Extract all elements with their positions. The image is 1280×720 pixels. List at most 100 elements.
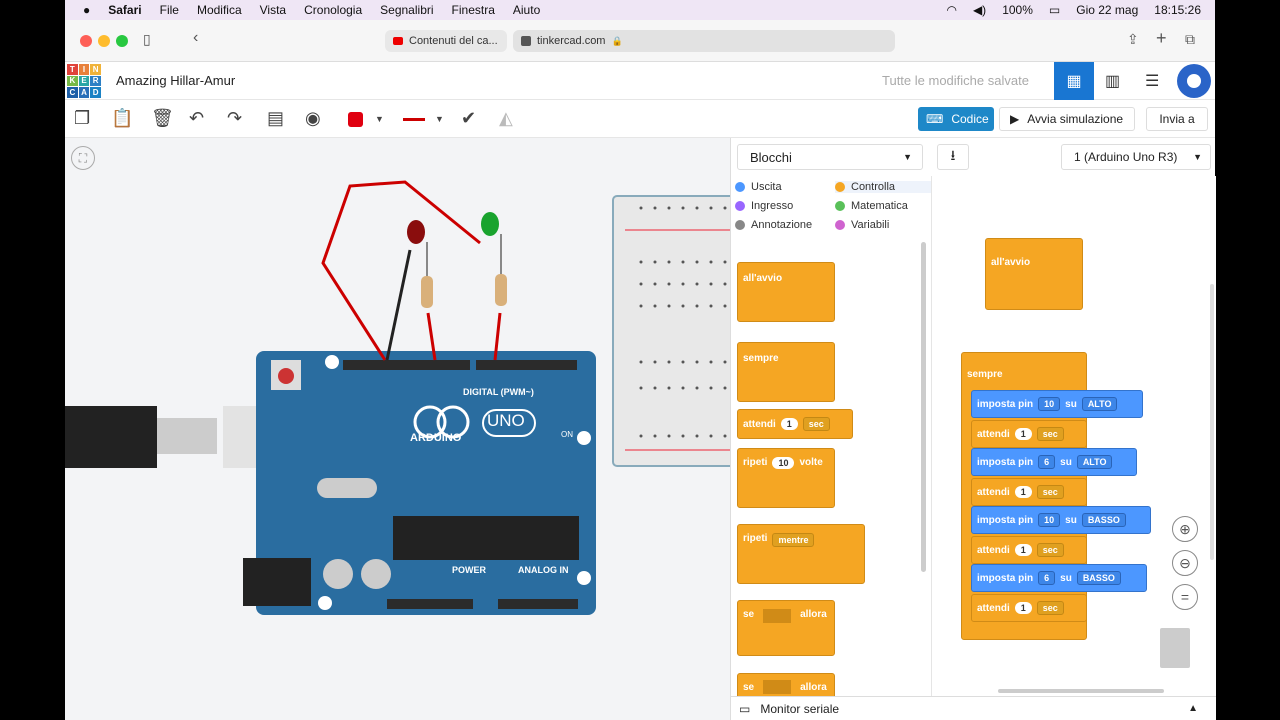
ws-set-pin[interactable]: imposta pin 6 su ALTO <box>971 448 1137 476</box>
ws-set-pin[interactable]: imposta pin 6 su BASSO <box>971 564 1147 592</box>
while-dropdown[interactable]: mentre <box>772 533 815 547</box>
pin-dropdown[interactable]: 10 <box>1038 397 1061 411</box>
rotate-wire-icon[interactable]: ✔ <box>461 108 476 129</box>
wire-style-icon[interactable] <box>403 118 425 121</box>
sidebar-icon[interactable]: ▯ <box>143 31 151 48</box>
menu-finestra[interactable]: Finestra <box>452 3 495 17</box>
copy-icon[interactable]: ❐ <box>74 108 90 129</box>
color-swatch-icon[interactable] <box>348 112 363 127</box>
wifi-icon[interactable]: ◠ <box>946 3 956 17</box>
state-dropdown[interactable]: ALTO <box>1076 455 1113 469</box>
zoom-window-button[interactable] <box>116 35 128 47</box>
workspace-scrollbar[interactable] <box>998 689 1164 693</box>
workspace-v-scrollbar[interactable] <box>1210 284 1214 560</box>
volume-icon[interactable]: ◀) <box>973 3 986 17</box>
ws-wait[interactable]: attendi 1 sec <box>971 594 1087 622</box>
code-mode-select[interactable]: Blocchi ▼ <box>737 144 923 170</box>
circuit-view-icon[interactable]: ▦ <box>1054 62 1094 100</box>
wait-value-input[interactable]: 1 <box>1014 544 1032 556</box>
category-uscita[interactable]: Uscita <box>735 181 782 193</box>
ws-wait[interactable]: attendi 1 sec <box>971 478 1087 506</box>
menu-aiuto[interactable]: Aiuto <box>513 3 540 17</box>
repeat-value-input[interactable]: 10 <box>772 457 795 469</box>
zoom-out-icon[interactable]: ⊖ <box>1172 550 1198 576</box>
category-variabili[interactable]: Variabili <box>835 219 889 231</box>
menu-app[interactable]: Safari <box>108 3 141 17</box>
menu-segnalibri[interactable]: Segnalibri <box>380 3 433 17</box>
menu-vista[interactable]: Vista <box>260 3 286 17</box>
apple-icon[interactable]: ● <box>83 3 90 17</box>
reset-zoom-icon[interactable]: = <box>1172 584 1198 610</box>
pin-dropdown[interactable]: 6 <box>1038 455 1056 469</box>
chevron-down-icon[interactable]: ▼ <box>375 114 384 124</box>
unit-dropdown[interactable]: sec <box>1036 427 1064 441</box>
circuit-canvas[interactable]: ⛶ ARDUINO UNO DIGITAL (PWM~) POWER ANALO… <box>65 138 730 720</box>
chevron-up-icon[interactable]: ▲ <box>1188 703 1198 714</box>
pin-dropdown[interactable]: 10 <box>1038 513 1061 527</box>
delete-icon[interactable]: 🗑 <box>151 108 174 129</box>
block-repeat[interactable]: ripeti 10 volte <box>737 448 835 508</box>
palette-scrollbar[interactable] <box>921 242 926 572</box>
menu-modifica[interactable]: Modifica <box>197 3 242 17</box>
block-on-start[interactable]: all'avvio <box>737 262 835 322</box>
code-workspace[interactable]: all'avvio sempre imposta pin 10 su ALTO att… <box>931 176 1216 696</box>
download-icon[interactable]: ⭳ <box>937 144 969 170</box>
trash-icon[interactable] <box>1160 628 1190 668</box>
back-icon[interactable]: ‹ <box>193 29 198 47</box>
code-button[interactable]: ⌨ Codice <box>918 107 994 131</box>
block-wait[interactable]: attendi 1 sec <box>737 409 853 439</box>
ws-wait[interactable]: attendi 1 sec <box>971 420 1087 448</box>
tinkercad-logo[interactable]: T I N K E R C A D <box>67 64 101 98</box>
device-select[interactable]: 1 (Arduino Uno R3) ▼ <box>1061 144 1211 170</box>
annotation-icon[interactable]: ◉ <box>305 108 321 129</box>
unit-dropdown[interactable]: sec <box>802 417 830 431</box>
component-view-icon[interactable]: ▥ <box>1105 71 1120 91</box>
block-forever[interactable]: sempre <box>737 342 835 402</box>
category-ingresso[interactable]: Ingresso <box>735 200 793 212</box>
start-simulation-button[interactable]: ▶ Avvia simulazione <box>999 107 1135 131</box>
wait-value-input[interactable]: 1 <box>780 418 798 430</box>
redo-icon[interactable]: ↷ <box>227 108 242 129</box>
condition-slot[interactable] <box>763 609 792 623</box>
share-icon[interactable]: ⇪ <box>1127 31 1139 48</box>
block-repeat-while[interactable]: ripeti mentre <box>737 524 865 584</box>
pin-dropdown[interactable]: 6 <box>1038 571 1056 585</box>
category-controlla[interactable]: Controlla <box>835 181 931 193</box>
menu-cronologia[interactable]: Cronologia <box>304 3 362 17</box>
ws-wait[interactable]: attendi 1 sec <box>971 536 1087 564</box>
unit-dropdown[interactable]: sec <box>1036 601 1064 615</box>
project-title[interactable]: Amazing Hillar-Amur <box>116 73 235 88</box>
browser-tab-1[interactable]: Contenuti del ca... <box>385 30 507 52</box>
zoom-in-icon[interactable]: ⊕ <box>1172 516 1198 542</box>
paste-icon[interactable]: 📋 <box>111 108 133 129</box>
notes-icon[interactable]: ▤ <box>267 108 284 129</box>
unit-dropdown[interactable]: sec <box>1036 485 1064 499</box>
new-tab-icon[interactable]: + <box>1156 28 1167 49</box>
undo-icon[interactable]: ↶ <box>189 108 204 129</box>
ws-on-start[interactable]: all'avvio <box>985 238 1083 310</box>
wait-value-input[interactable]: 1 <box>1014 428 1032 440</box>
unit-dropdown[interactable]: sec <box>1036 543 1064 557</box>
category-annotazione[interactable]: Annotazione <box>735 219 812 231</box>
ws-set-pin[interactable]: imposta pin 10 su ALTO <box>971 390 1143 418</box>
wait-value-input[interactable]: 1 <box>1014 602 1032 614</box>
battery-icon[interactable]: ▭ <box>1049 3 1060 17</box>
chevron-down-icon[interactable]: ▼ <box>435 114 444 124</box>
flip-icon[interactable]: ◭ <box>499 108 513 129</box>
tabs-overview-icon[interactable]: ⧉ <box>1185 31 1195 48</box>
category-matematica[interactable]: Matematica <box>835 200 908 212</box>
send-to-button[interactable]: Invia a <box>1146 107 1208 131</box>
condition-slot[interactable] <box>763 680 792 694</box>
state-dropdown[interactable]: BASSO <box>1076 571 1121 585</box>
menu-file[interactable]: File <box>160 3 179 17</box>
ws-set-pin[interactable]: imposta pin 10 su BASSO <box>971 506 1151 534</box>
wait-value-input[interactable]: 1 <box>1014 486 1032 498</box>
block-if[interactable]: se allora <box>737 600 835 656</box>
address-bar[interactable]: tinkercad.com 🔒 <box>513 30 895 52</box>
minimize-window-button[interactable] <box>98 35 110 47</box>
state-dropdown[interactable]: ALTO <box>1081 397 1118 411</box>
state-dropdown[interactable]: BASSO <box>1081 513 1126 527</box>
serial-monitor-bar[interactable]: ▭ Monitor seriale ▲ <box>731 696 1216 720</box>
schematic-list-icon[interactable]: ☰ <box>1145 71 1159 91</box>
avatar[interactable] <box>1177 64 1211 98</box>
